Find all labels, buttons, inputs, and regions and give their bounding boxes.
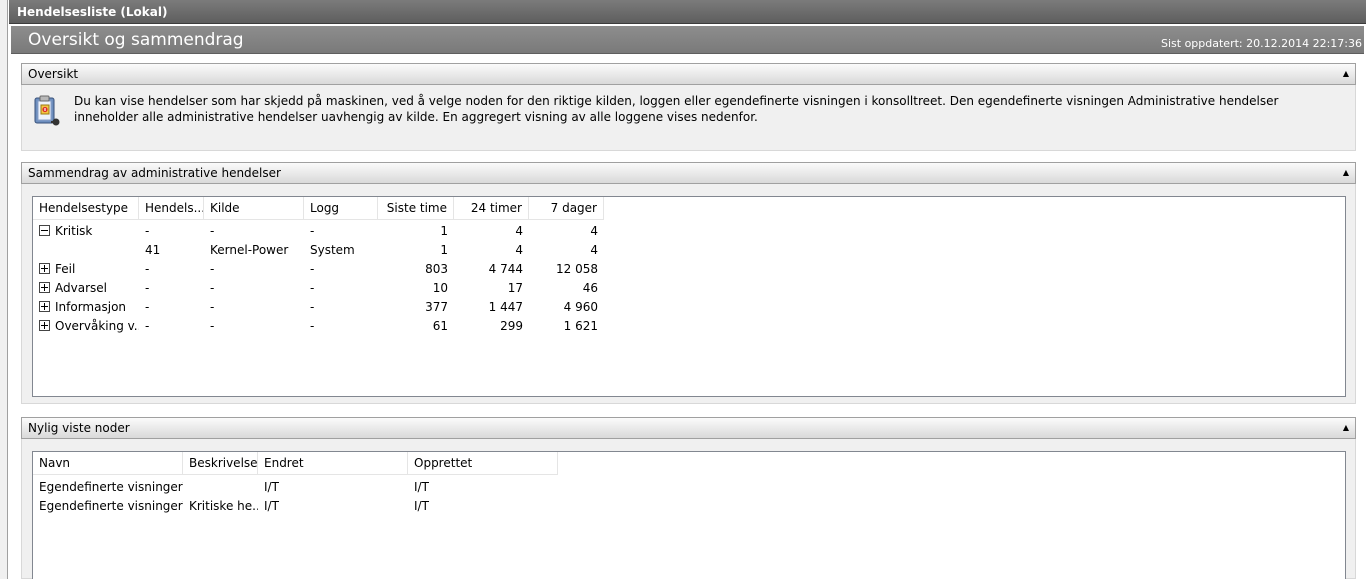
recent-nodes-section-header[interactable]: Nylig viste noder ▲ — [21, 417, 1356, 439]
column-header-event-type[interactable]: Hendelsestype — [33, 197, 139, 220]
overview-section-header[interactable]: Oversikt ▲ — [21, 63, 1356, 85]
list-item[interactable]: Egendefinerte visninger\... I/T I/T — [33, 478, 558, 497]
expand-node-icon[interactable] — [39, 282, 50, 293]
expand-node-icon[interactable] — [39, 301, 50, 312]
collapse-node-icon[interactable] — [39, 225, 50, 236]
table-row[interactable]: Kritisk - - - 1 4 4 — [33, 222, 604, 241]
column-header-last-hour[interactable]: Siste time — [378, 197, 454, 220]
list-item[interactable]: Egendefinerte visninger\... Kritiske he.… — [33, 497, 558, 516]
table-row[interactable]: Overvåking v... - - - 61 299 1 621 — [33, 317, 604, 336]
column-header-description[interactable]: Beskrivelse — [183, 452, 258, 475]
recent-nodes-list-header: Navn Beskrivelse Endret Opprettet — [33, 452, 558, 475]
recent-nodes-section-body: Navn Beskrivelse Endret Opprettet Egende… — [21, 439, 1356, 579]
left-pane-edge — [0, 0, 8, 579]
page-title: Oversikt og sammendrag — [28, 30, 244, 50]
summary-section-title: Sammendrag av administrative hendelser — [28, 166, 281, 180]
column-header-log[interactable]: Logg — [304, 197, 378, 220]
column-header-created[interactable]: Opprettet — [408, 452, 558, 475]
summary-list[interactable]: Hendelsestype Hendels... Kilde Logg Sist… — [32, 196, 1346, 397]
collapse-arrow-icon[interactable]: ▲ — [1343, 64, 1349, 84]
expand-node-icon[interactable] — [39, 263, 50, 274]
table-row[interactable]: Feil - - - 803 4 744 12 058 — [33, 260, 604, 279]
overview-section-title: Oversikt — [28, 67, 79, 81]
pane-title: Hendelsesliste (Lokal) — [17, 5, 168, 19]
overview-description: Du kan vise hendelser som har skjedd på … — [74, 94, 1279, 124]
column-header-name[interactable]: Navn — [33, 452, 183, 475]
table-row[interactable]: Advarsel - - - 10 17 46 — [33, 279, 604, 298]
last-updated-label: Sist oppdatert: 20.12.2014 22:17:36 — [1161, 37, 1362, 50]
collapse-arrow-icon[interactable]: ▲ — [1343, 418, 1349, 438]
summary-section-body: Hendelsestype Hendels... Kilde Logg Sist… — [21, 184, 1356, 404]
column-header-modified[interactable]: Endret — [258, 452, 408, 475]
table-row[interactable]: 41 Kernel-Power System 1 4 4 — [33, 241, 604, 260]
overview-pane: Oversikt og sammendrag Sist oppdatert: 2… — [9, 24, 1366, 579]
pane-title-bar: Hendelsesliste (Lokal) — [9, 0, 1366, 24]
page-header: Oversikt og sammendrag Sist oppdatert: 2… — [11, 26, 1364, 54]
expand-node-icon[interactable] — [39, 320, 50, 331]
recent-nodes-section-title: Nylig viste noder — [28, 421, 130, 435]
collapse-arrow-icon[interactable]: ▲ — [1343, 163, 1349, 183]
summary-section-header[interactable]: Sammendrag av administrative hendelser ▲ — [21, 162, 1356, 184]
table-row[interactable]: Informasjon - - - 377 1 447 4 960 — [33, 298, 604, 317]
column-header-source[interactable]: Kilde — [204, 197, 304, 220]
column-header-7-days[interactable]: 7 dager — [529, 197, 604, 220]
overview-section-body: Du kan vise hendelser som har skjedd på … — [21, 85, 1356, 151]
column-header-24-hours[interactable]: 24 timer — [454, 197, 529, 220]
recent-nodes-list[interactable]: Navn Beskrivelse Endret Opprettet Egende… — [32, 451, 1346, 579]
event-log-icon — [34, 95, 60, 126]
summary-list-header: Hendelsestype Hendels... Kilde Logg Sist… — [33, 197, 604, 220]
column-header-event-id[interactable]: Hendels... — [139, 197, 204, 220]
